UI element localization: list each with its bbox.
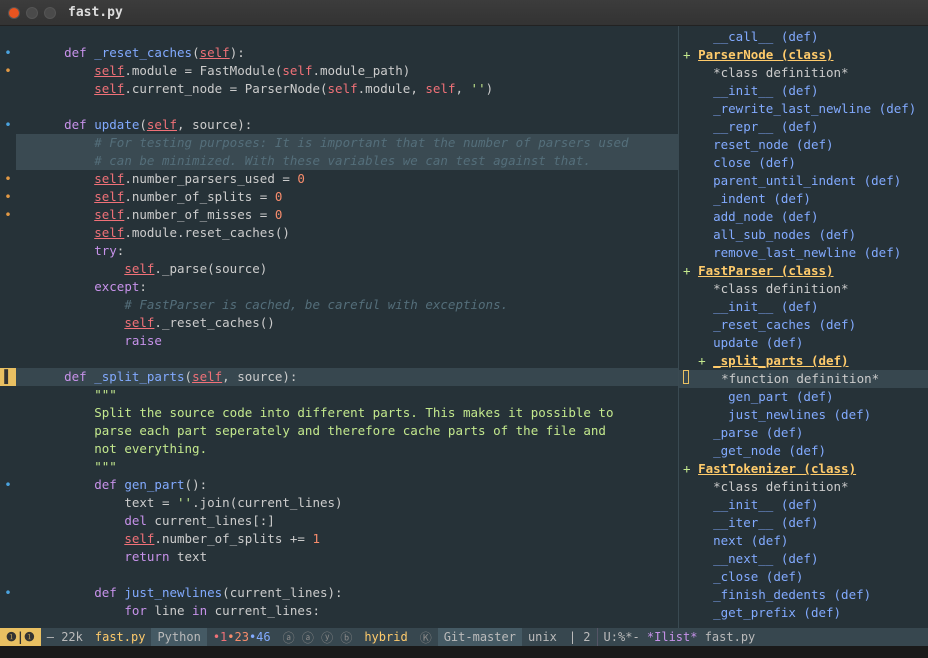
outline-class[interactable]: FastParser (class)	[698, 262, 833, 280]
status-info: •46	[249, 630, 271, 644]
outline-item[interactable]: __repr__ (def)	[713, 118, 818, 136]
outline-item[interactable]: remove_last_newline (def)	[713, 244, 901, 262]
outline-item[interactable]: *class definition*	[713, 478, 848, 496]
statusbar: ❶|❶ — 22k fast.py Python •1 •23 •46 ⓐ ⓐ …	[0, 628, 928, 646]
outline-item[interactable]: __init__ (def)	[713, 298, 818, 316]
main-area: • def _reset_caches(self): • self.module…	[0, 26, 928, 628]
code-editor[interactable]: • def _reset_caches(self): • self.module…	[0, 26, 678, 628]
status-size: — 22k	[41, 628, 89, 646]
outline-item[interactable]: reset_node (def)	[713, 136, 833, 154]
status-enc: unix	[522, 628, 563, 646]
function-name: _reset_caches	[94, 45, 192, 60]
outline-sidebar[interactable]: __call__ (def) + ParserNode (class) *cla…	[678, 26, 928, 628]
minimize-icon[interactable]	[26, 7, 38, 19]
fold-bullet[interactable]: •	[0, 44, 16, 62]
status-pos: | 2	[563, 628, 597, 646]
outline-item[interactable]: _close (def)	[713, 568, 803, 586]
outline-item[interactable]: *class definition*	[713, 64, 848, 82]
status-right: U:%*- *Ilist* fast.py	[604, 630, 756, 644]
outline-item[interactable]: *function definition*	[721, 370, 879, 388]
status-flags: ⓐ ⓐ ⓨ ⓑ	[277, 628, 359, 646]
outline-item[interactable]: *class definition*	[713, 280, 848, 298]
outline-item[interactable]: _get_prefix (def)	[713, 604, 841, 622]
outline-item[interactable]: _finish_dedents (def)	[713, 586, 871, 604]
comment: # For testing purposes: It is important …	[94, 135, 628, 150]
outline-item[interactable]: update (def)	[713, 334, 803, 352]
outline-item-current[interactable]: _split_parts (def)	[713, 352, 848, 370]
titlebar: fast.py	[0, 0, 928, 26]
outline-cursor	[683, 370, 689, 384]
outline-item[interactable]: add_node (def)	[713, 208, 818, 226]
minibuffer[interactable]	[0, 646, 928, 658]
keyword-def: def	[64, 45, 94, 60]
close-icon[interactable]	[8, 7, 20, 19]
outline-item[interactable]: all_sub_nodes (def)	[713, 226, 856, 244]
outline-item[interactable]: __init__ (def)	[713, 496, 818, 514]
outline-item[interactable]: _reset_caches (def)	[713, 316, 856, 334]
outline-item[interactable]: __call__ (def)	[713, 28, 818, 46]
outline-item[interactable]: __next__ (def)	[713, 550, 818, 568]
outline-item[interactable]: _indent (def)	[713, 190, 811, 208]
cursor-marker: ▌	[0, 368, 16, 386]
status-k: Ⓚ	[414, 628, 438, 646]
maximize-icon[interactable]	[44, 7, 56, 19]
outline-item[interactable]: next (def)	[713, 532, 788, 550]
outline-item[interactable]: just_newlines (def)	[728, 406, 871, 424]
status-warns: •23	[227, 630, 249, 644]
status-file: fast.py	[89, 628, 152, 646]
outline-item[interactable]: _parse (def)	[713, 424, 803, 442]
window-title: fast.py	[68, 5, 123, 20]
outline-item[interactable]: __iter__ (def)	[713, 514, 818, 532]
status-errors: •1	[213, 630, 227, 644]
outline-class[interactable]: FastTokenizer (class)	[698, 460, 856, 478]
change-marker: •	[0, 62, 16, 80]
status-warnings[interactable]: ❶|❶	[0, 628, 41, 646]
outline-item[interactable]: _get_node (def)	[713, 442, 826, 460]
outline-item[interactable]: _rewrite_last_newline (def)	[713, 100, 916, 118]
status-mode[interactable]: Python	[151, 628, 206, 646]
status-hybrid: hybrid	[358, 628, 413, 646]
outline-item[interactable]: gen_part (def)	[728, 388, 833, 406]
window-controls	[8, 7, 56, 19]
outline-class[interactable]: ParserNode (class)	[698, 46, 833, 64]
outline-item[interactable]: __init__ (def)	[713, 82, 818, 100]
status-git[interactable]: Git-master	[438, 628, 522, 646]
outline-item[interactable]: parent_until_indent (def)	[713, 172, 901, 190]
outline-item[interactable]: close (def)	[713, 154, 796, 172]
